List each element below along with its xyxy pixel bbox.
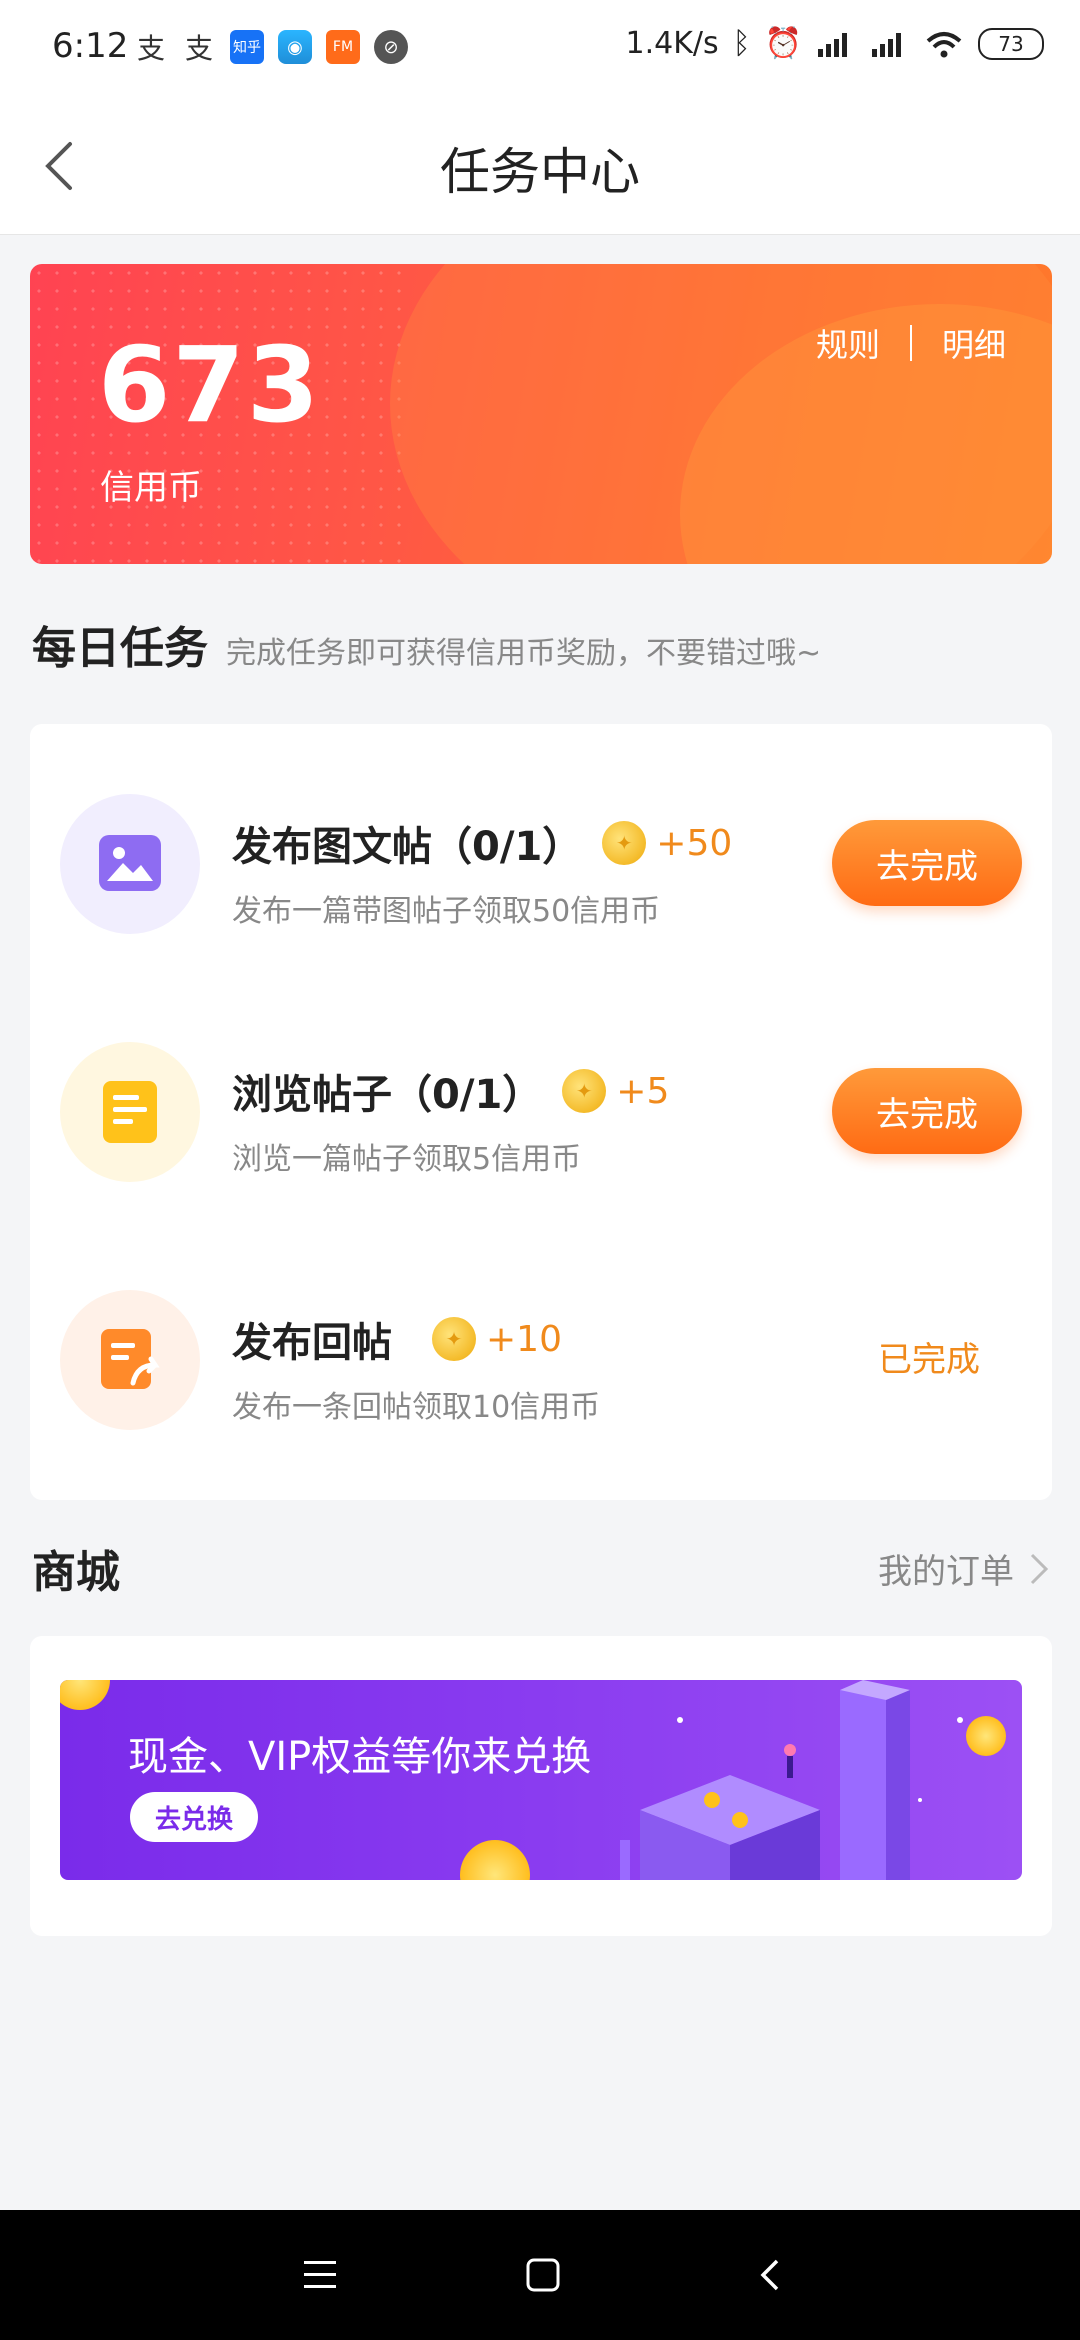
task-title: 发布回帖 ✦ +10 bbox=[232, 1310, 562, 1368]
browse-post-icon bbox=[60, 1042, 200, 1182]
task-reward: +5 bbox=[616, 1070, 670, 1112]
reply-post-icon bbox=[60, 1290, 200, 1430]
hd-signal-icon bbox=[818, 32, 847, 57]
battery-icon: 73 bbox=[978, 27, 1044, 60]
notification-icons: 支 支 知乎 ◉ FM ⊘ bbox=[134, 30, 408, 65]
daily-tasks-subtitle: 完成任务即可获得信用币奖励，不要错过哦~ bbox=[226, 636, 822, 671]
balance-amount: 673 bbox=[98, 324, 322, 446]
zhihu-icon: 知乎 bbox=[230, 30, 264, 64]
coin-decoration bbox=[60, 1680, 110, 1710]
alipay-icon: 支 bbox=[136, 32, 165, 65]
alipay-icon: 支 bbox=[184, 32, 213, 65]
fm-app-icon: FM bbox=[326, 30, 360, 64]
task-title: 浏览帖子（0/1） ✦ +5 bbox=[232, 1062, 669, 1120]
status-bar: 6:12 支 支 知乎 ◉ FM ⊘ 1.4K/s ᛒ ⏰ 73 bbox=[0, 0, 1080, 96]
task-list: 发布图文帖（0/1） ✦ +50 发布一篇带图帖子领取50信用币 去完成 浏览帖… bbox=[30, 724, 1052, 1500]
daily-tasks-header: 每日任务 完成任务即可获得信用币奖励，不要错过哦~ bbox=[32, 612, 821, 676]
signal-icon bbox=[872, 32, 901, 57]
task-item-image-post: 发布图文帖（0/1） ✦ +50 发布一篇带图帖子领取50信用币 去完成 bbox=[30, 764, 1052, 964]
wifi-icon bbox=[926, 31, 962, 57]
page-title: 任务中心 bbox=[440, 143, 640, 201]
daily-tasks-title: 每日任务 bbox=[32, 623, 208, 674]
status-right: 1.4K/s ᛒ ⏰ 73 bbox=[626, 26, 1044, 61]
network-speed: 1.4K/s bbox=[625, 26, 719, 61]
exchange-button[interactable]: 去兑换 bbox=[130, 1792, 258, 1842]
alarm-icon: ⏰ bbox=[764, 26, 802, 61]
task-completed-label: 已完成 bbox=[878, 1340, 980, 1380]
task-title-text: 浏览帖子（0/1） bbox=[232, 1072, 543, 1118]
task-title: 发布图文帖（0/1） ✦ +50 bbox=[232, 814, 732, 872]
task-desc: 发布一篇带图帖子领取50信用币 bbox=[232, 894, 661, 929]
menu-icon bbox=[304, 2261, 336, 2288]
balance-card: 673 信用币 规则 明细 bbox=[30, 264, 1052, 564]
no-disturb-icon: ⊘ bbox=[374, 30, 408, 64]
back-arrow-icon bbox=[760, 2259, 779, 2291]
system-nav-bar bbox=[0, 2210, 1080, 2340]
task-item-browse-post: 浏览帖子（0/1） ✦ +5 浏览一篇帖子领取5信用币 去完成 bbox=[30, 1012, 1052, 1212]
card-links: 规则 明细 bbox=[816, 320, 1006, 366]
chevron-right-icon bbox=[1030, 1553, 1049, 1584]
mall-panel: 现金、VIP权益等你来兑换 去兑换 bbox=[30, 1636, 1052, 1936]
status-time: 6:12 bbox=[52, 26, 129, 66]
task-desc: 浏览一篇帖子领取5信用币 bbox=[232, 1142, 582, 1177]
detail-link[interactable]: 明细 bbox=[942, 320, 1006, 366]
task-item-reply-post: 发布回帖 ✦ +10 发布一条回帖领取10信用币 已完成 bbox=[30, 1260, 1052, 1460]
system-back-button[interactable] bbox=[745, 2250, 795, 2300]
task-title-text: 发布图文帖（0/1） bbox=[232, 824, 583, 870]
go-complete-button[interactable]: 去完成 bbox=[832, 820, 1022, 906]
my-orders-label: 我的订单 bbox=[878, 1552, 1014, 1592]
coin-decoration bbox=[460, 1840, 530, 1880]
navbar: 任务中心 bbox=[0, 96, 1080, 235]
task-reward: +10 bbox=[486, 1318, 562, 1360]
coin-icon: ✦ bbox=[562, 1069, 607, 1113]
balance-unit: 信用币 bbox=[100, 468, 202, 508]
mall-header: 商城 bbox=[32, 1536, 120, 1600]
mall-title: 商城 bbox=[32, 1547, 120, 1598]
task-title-text: 发布回帖 bbox=[232, 1320, 392, 1366]
mobile-app-icon: ◉ bbox=[278, 30, 312, 64]
image-post-icon bbox=[60, 794, 200, 934]
coin-icon: ✦ bbox=[432, 1317, 476, 1361]
home-button[interactable] bbox=[518, 2250, 568, 2300]
task-reward: +50 bbox=[656, 822, 733, 864]
menu-button[interactable] bbox=[295, 2250, 345, 2300]
my-orders-link[interactable]: 我的订单 bbox=[878, 1544, 1052, 1593]
task-desc: 发布一条回帖领取10信用币 bbox=[232, 1390, 601, 1425]
banner-text: 现金、VIP权益等你来兑换 bbox=[128, 1734, 592, 1780]
rules-link[interactable]: 规则 bbox=[816, 320, 880, 366]
home-square-icon bbox=[526, 2258, 560, 2292]
building-illustration bbox=[620, 1680, 963, 1880]
bluetooth-icon: ᛒ bbox=[732, 26, 751, 61]
exchange-banner[interactable]: 现金、VIP权益等你来兑换 去兑换 bbox=[60, 1680, 1022, 1880]
go-complete-button[interactable]: 去完成 bbox=[832, 1068, 1022, 1154]
link-divider bbox=[909, 325, 912, 361]
coin-icon: ✦ bbox=[602, 821, 647, 865]
